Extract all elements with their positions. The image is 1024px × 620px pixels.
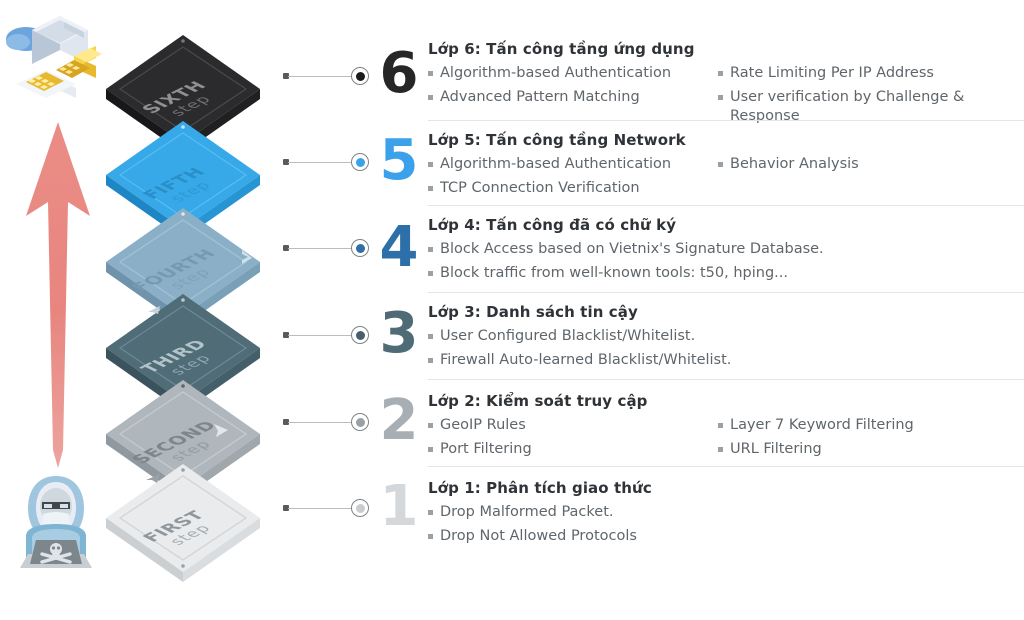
section-divider: [428, 379, 1024, 380]
list-item: Drop Not Allowed Protocols: [428, 527, 1024, 547]
list-item: Block traffic from well-known tools: t50…: [428, 264, 1024, 284]
list-item: Advanced Pattern Matching: [428, 88, 718, 108]
bullet-text: URL Filtering: [730, 440, 822, 457]
bullet-square-icon: [428, 533, 433, 539]
connector-5: [283, 152, 369, 172]
section-divider: [428, 120, 1024, 121]
bullet-text: Block Access based on Vietnix's Signatur…: [440, 241, 824, 257]
bullet-square-icon: [428, 185, 433, 191]
layer-detail-5: Lớp 5: Tấn công tầng Network Algorithm-b…: [428, 131, 1024, 198]
bullet-text: Algorithm-based Authentication: [440, 156, 672, 172]
bullet-square-icon: [428, 71, 433, 76]
layer-heading-5: Lớp 5: Tấn công tầng Network: [428, 131, 686, 149]
bullet-square-icon: [428, 423, 433, 428]
bullet-text: Rate Limiting Per IP Address: [730, 65, 934, 81]
layer-heading-3: Lớp 3: Danh sách tin cậy: [428, 303, 638, 321]
layer-detail-4: Lớp 4: Tấn công đã có chữ ký Block Acces…: [428, 216, 1024, 283]
bullet-square-icon: [718, 162, 723, 167]
bullet-text: User Configured Blacklist/Whitelist.: [440, 328, 696, 344]
upward-attack-arrow: [18, 120, 98, 470]
section-divider: [428, 292, 1024, 293]
list-item: Firewall Auto-learned Blacklist/Whitelis…: [428, 351, 1024, 371]
bullet-square-icon: [718, 446, 723, 452]
connector-ring-1: [351, 499, 369, 517]
bullet-text: Firewall Auto-learned Blacklist/Whitelis…: [440, 351, 732, 368]
connector-1: [283, 498, 369, 518]
connector-3: [283, 325, 369, 345]
layer-number-4: 4: [379, 215, 419, 280]
bullet-square-icon: [428, 334, 433, 339]
bullet-text: Drop Not Allowed Protocols: [440, 527, 637, 544]
layer-number-3: 3: [379, 301, 419, 366]
section-divider: [428, 466, 1024, 467]
list-item: Rate Limiting Per IP Address: [718, 64, 1024, 84]
layer-number-1: 1: [379, 474, 419, 539]
bullet-text: Port Filtering: [440, 440, 532, 457]
bullet-text: Layer 7 Keyword Filtering: [730, 417, 914, 433]
connector-4: [283, 238, 369, 258]
connector-ring-3: [351, 326, 369, 344]
bullet-square-icon: [428, 357, 433, 363]
layer-number-5: 5: [379, 128, 419, 193]
connector-line-1: [288, 507, 352, 509]
bullet-square-icon: [718, 423, 723, 428]
connector-line-5: [288, 161, 352, 163]
layer-details-column: Lớp 6: Tấn công tầng ứng dụng Algorithm-…: [428, 0, 1024, 575]
bullet-text: Drop Malformed Packet.: [440, 504, 614, 520]
list-item: User Configured Blacklist/Whitelist.: [428, 327, 1024, 347]
infographic-canvas: SIXTH step 6 FIFTH step 5 FOURTH step 4 …: [0, 0, 1024, 582]
bullet-square-icon: [428, 247, 433, 252]
connector-line-2: [288, 421, 352, 423]
list-item: Block Access based on Vietnix's Signatur…: [428, 240, 1024, 260]
layer-number-6: 6: [379, 41, 419, 106]
bullet-text: Behavior Analysis: [730, 156, 859, 172]
connector-line-6: [288, 75, 352, 77]
bullet-text: Block traffic from well-known tools: t50…: [440, 264, 788, 281]
layer-detail-6: Lớp 6: Tấn công tầng ứng dụng Algorithm-…: [428, 40, 1024, 127]
hacker-illustration: [6, 468, 106, 572]
list-item: Port Filtering: [428, 440, 718, 460]
list-item: Drop Malformed Packet.: [428, 503, 1024, 523]
list-item: Algorithm-based Authentication: [428, 64, 718, 84]
list-item: Behavior Analysis: [718, 155, 1024, 175]
list-item: URL Filtering: [718, 440, 1024, 460]
list-item: Layer 7 Keyword Filtering: [718, 416, 1024, 436]
connector-ring-4: [351, 239, 369, 257]
connector-ring-2: [351, 413, 369, 431]
layer-heading-6: Lớp 6: Tấn công tầng ứng dụng: [428, 40, 695, 58]
list-item: Algorithm-based Authentication: [428, 155, 718, 175]
layer-detail-1: Lớp 1: Phân tích giao thức Drop Malforme…: [428, 479, 1024, 546]
bullet-square-icon: [428, 446, 433, 452]
bullet-text: Algorithm-based Authentication: [440, 65, 672, 81]
layer-number-2: 2: [379, 388, 419, 453]
layer-heading-1: Lớp 1: Phân tích giao thức: [428, 479, 652, 497]
bullet-square-icon: [718, 94, 723, 100]
layer-detail-2: Lớp 2: Kiểm soát truy cập GeoIP Rules Po…: [428, 392, 1024, 459]
connector-2: [283, 412, 369, 432]
bullet-square-icon: [428, 510, 433, 515]
server-network-jack-illustration: [2, 2, 106, 106]
connector-line-4: [288, 247, 352, 249]
connector-6: [283, 66, 369, 86]
bullet-text: Advanced Pattern Matching: [440, 88, 640, 105]
bullet-text: GeoIP Rules: [440, 417, 526, 433]
layer-detail-3: Lớp 3: Danh sách tin cậy User Configured…: [428, 303, 1024, 370]
connector-line-3: [288, 334, 352, 336]
connector-ring-5: [351, 153, 369, 171]
bullet-square-icon: [428, 270, 433, 276]
layer-heading-4: Lớp 4: Tấn công đã có chữ ký: [428, 216, 677, 234]
connector-ring-6: [351, 67, 369, 85]
bullet-square-icon: [428, 162, 433, 167]
layer-heading-2: Lớp 2: Kiểm soát truy cập: [428, 392, 648, 410]
list-item: GeoIP Rules: [428, 416, 718, 436]
layer-plate-1[interactable]: FIRST step: [94, 442, 272, 620]
bullet-square-icon: [718, 71, 723, 76]
list-item: TCP Connection Verification: [428, 179, 718, 199]
section-divider: [428, 205, 1024, 206]
bullet-text: TCP Connection Verification: [440, 179, 640, 196]
bullet-square-icon: [428, 94, 433, 100]
